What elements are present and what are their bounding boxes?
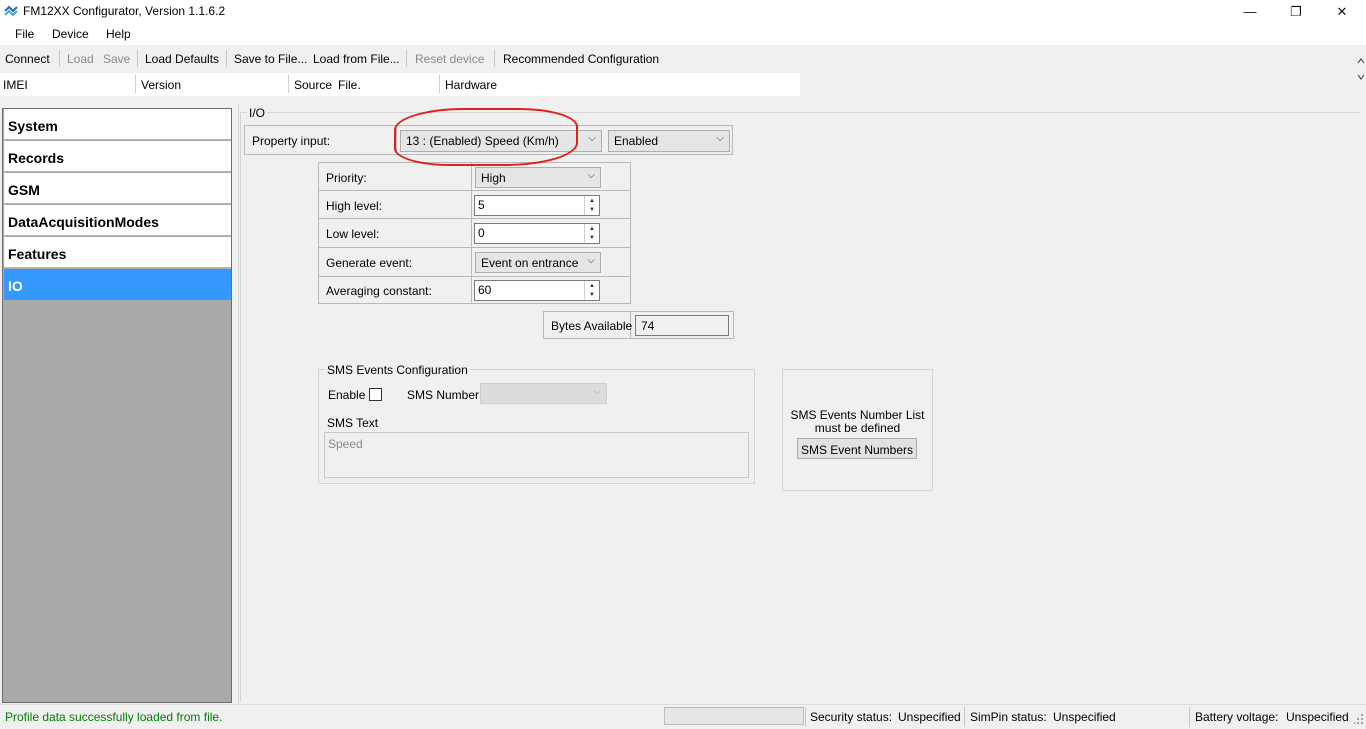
chevron-down-icon: ⌵	[587, 170, 595, 181]
toolbar-divider	[137, 50, 138, 67]
source-label: Source	[294, 78, 333, 92]
info-divider	[439, 75, 440, 93]
status-divider	[1189, 707, 1190, 727]
source-value: File.	[338, 78, 361, 92]
averaging-constant-input[interactable]: 60 ▲ ▼	[474, 280, 600, 301]
menu-bar	[0, 23, 1366, 45]
progress-bar	[664, 707, 804, 725]
info-divider	[135, 75, 136, 93]
load-defaults-button[interactable]: Load Defaults	[145, 52, 219, 66]
sms-text-label: SMS Text	[327, 416, 379, 430]
menu-file[interactable]: File	[15, 27, 34, 41]
security-status-value: Unspecified	[898, 710, 961, 724]
table-row-divider	[318, 190, 631, 191]
table-row-divider	[318, 247, 631, 248]
averaging-constant-label: Averaging constant:	[326, 284, 432, 298]
save-to-file-button[interactable]: Save to File...	[234, 52, 307, 66]
sms-events-group-title: SMS Events Configuration	[325, 363, 470, 377]
priority-label: Priority:	[326, 171, 367, 185]
spinner-arrows-icon[interactable]: ▲ ▼	[584, 224, 599, 243]
scroll-arrows-icon[interactable]	[1356, 45, 1366, 97]
sidebar-item-gsm[interactable]: GSM	[4, 173, 231, 204]
toolbar-divider	[494, 50, 495, 67]
resize-grip-icon[interactable]	[1354, 712, 1364, 724]
spinner-arrows-icon[interactable]: ▲ ▼	[584, 196, 599, 215]
sms-enable-label: Enable	[328, 388, 366, 402]
table-row-divider	[318, 276, 631, 277]
generate-event-label: Generate event:	[326, 256, 413, 270]
table-row-divider	[318, 218, 631, 219]
window-title: FM12XX Configurator, Version 1.1.6.2	[23, 4, 226, 18]
low-level-value: 0	[478, 226, 485, 240]
toolbar-divider	[59, 50, 60, 67]
menu-help[interactable]: Help	[106, 27, 131, 41]
bytes-available-label: Bytes Available	[551, 319, 633, 333]
low-level-input[interactable]: 0 ▲ ▼	[474, 223, 600, 244]
battery-voltage-label: Battery voltage:	[1195, 710, 1279, 724]
battery-voltage-value: Unspecified	[1286, 710, 1349, 724]
generate-event-select[interactable]: Event on entrance ⌵	[475, 252, 601, 273]
sms-list-note-line1: SMS Events Number List	[790, 408, 925, 422]
simpin-status-value: Unspecified	[1053, 710, 1116, 724]
enabled-value: Enabled	[614, 134, 659, 148]
sms-number-select[interactable]: ⌵	[480, 383, 607, 404]
sms-event-numbers-button[interactable]: SMS Event Numbers	[797, 438, 917, 459]
high-level-value: 5	[478, 198, 485, 212]
generate-event-value: Event on entrance	[481, 256, 579, 270]
info-divider	[288, 75, 289, 93]
load-from-file-button[interactable]: Load from File...	[313, 52, 400, 66]
sms-enable-checkbox[interactable]	[369, 388, 382, 401]
sidebar-item-features[interactable]: Features	[4, 237, 231, 268]
sms-text-area[interactable]: Speed	[324, 432, 749, 478]
io-group-title: I/O	[247, 106, 268, 120]
bytes-available-field: 74	[635, 315, 729, 336]
sidebar-item-records[interactable]: Records	[4, 141, 231, 172]
device-info-strip	[0, 73, 800, 96]
toolbar-divider	[226, 50, 227, 67]
sms-list-note-line2: must be defined	[814, 421, 901, 435]
imei-label: IMEI	[3, 78, 28, 92]
high-level-label: High level:	[326, 199, 383, 213]
recommended-configuration-button[interactable]: Recommended Configuration	[503, 52, 659, 66]
property-input-select[interactable]: 13 : (Enabled) Speed (Km/h) ⌵	[400, 130, 602, 152]
property-input-value: 13 : (Enabled) Speed (Km/h)	[406, 134, 559, 148]
sidebar-item-io[interactable]: IO	[4, 269, 231, 300]
app-icon	[4, 5, 18, 17]
simpin-status-label: SimPin status:	[970, 710, 1047, 724]
sidebar-item-data-acquisition-modes[interactable]: DataAcquisitionModes	[4, 205, 231, 236]
property-input-label: Property input:	[252, 134, 331, 148]
save-button[interactable]: Save	[103, 52, 130, 66]
status-divider	[964, 707, 965, 727]
toolbar-divider	[406, 50, 407, 67]
high-level-input[interactable]: 5 ▲ ▼	[474, 195, 600, 216]
chevron-down-icon: ⌵	[587, 255, 595, 266]
sidebar: System Records GSM DataAcquisitionModes …	[2, 108, 232, 703]
reset-device-button[interactable]: Reset device	[415, 52, 484, 66]
averaging-constant-value: 60	[478, 283, 492, 297]
status-divider	[805, 707, 806, 727]
chevron-down-icon: ⌵	[588, 133, 596, 144]
chevron-down-icon: ⌵	[593, 386, 601, 397]
enabled-select[interactable]: Enabled ⌵	[608, 130, 730, 152]
table-column-divider	[471, 162, 472, 304]
load-button[interactable]: Load	[67, 52, 94, 66]
sms-number-label: SMS Number	[407, 388, 480, 402]
priority-value: High	[481, 171, 506, 185]
priority-select[interactable]: High ⌵	[475, 167, 601, 188]
connect-button[interactable]: Connect	[5, 52, 50, 66]
version-label: Version	[141, 78, 182, 92]
hardware-label: Hardware	[445, 78, 498, 92]
minimize-button[interactable]: —	[1227, 0, 1273, 23]
spinner-arrows-icon[interactable]: ▲ ▼	[584, 281, 599, 300]
menu-device[interactable]: Device	[52, 27, 89, 41]
low-level-label: Low level:	[326, 227, 380, 241]
status-message: Profile data successfully loaded from fi…	[5, 710, 223, 724]
sidebar-item-system[interactable]: System	[4, 109, 231, 140]
close-button[interactable]: ✕	[1319, 0, 1365, 23]
security-status-label: Security status:	[810, 710, 893, 724]
restore-button[interactable]: ❐	[1273, 0, 1319, 23]
chevron-down-icon: ⌵	[716, 133, 724, 144]
